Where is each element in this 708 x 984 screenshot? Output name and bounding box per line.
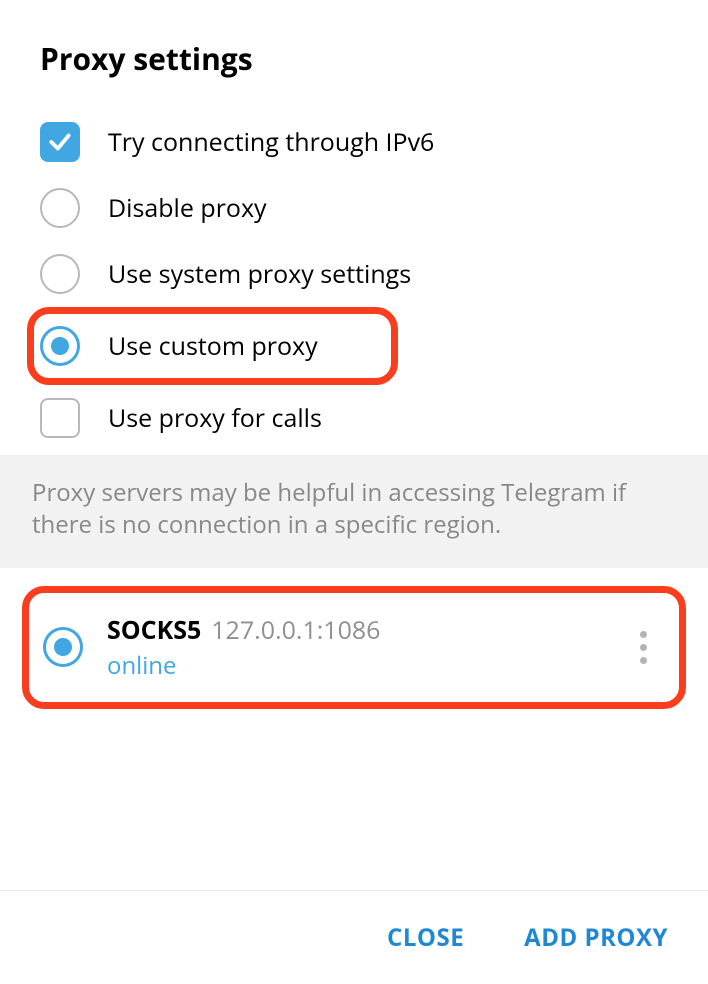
check-icon <box>47 129 73 155</box>
option-proxy-calls[interactable]: Use proxy for calls <box>40 385 668 451</box>
info-text: Proxy servers may be helpful in accessin… <box>32 477 676 542</box>
proxy-list: SOCKS5 127.0.0.1:1086 online <box>0 568 708 709</box>
add-proxy-button[interactable]: ADD PROXY <box>524 921 668 954</box>
footer: CLOSE ADD PROXY <box>0 890 708 984</box>
option-ipv6-label: Try connecting through IPv6 <box>108 125 434 159</box>
option-disable-proxy[interactable]: Disable proxy <box>40 175 668 241</box>
proxy-address: 127.0.0.1:1086 <box>211 613 380 647</box>
option-system-proxy-label: Use system proxy settings <box>108 257 411 291</box>
radio-dot-icon <box>51 337 69 355</box>
info-band: Proxy servers may be helpful in accessin… <box>0 455 708 568</box>
proxy-entry-line1: SOCKS5 127.0.0.1:1086 <box>107 613 610 647</box>
option-system-proxy[interactable]: Use system proxy settings <box>40 241 668 307</box>
radio-custom-proxy[interactable] <box>40 326 80 366</box>
close-button[interactable]: CLOSE <box>387 921 464 954</box>
radio-dot-icon <box>54 638 72 656</box>
proxy-status: online <box>107 649 610 682</box>
more-options-icon[interactable] <box>634 625 653 670</box>
checkbox-proxy-calls[interactable] <box>40 398 80 438</box>
options-section: Try connecting through IPv6 Disable prox… <box>0 99 708 451</box>
option-ipv6[interactable]: Try connecting through IPv6 <box>40 109 668 175</box>
radio-system-proxy[interactable] <box>40 254 80 294</box>
option-disable-proxy-label: Disable proxy <box>108 191 267 225</box>
highlight-custom-proxy: Use custom proxy <box>27 307 398 385</box>
proxy-protocol: SOCKS5 <box>107 613 201 647</box>
proxy-entry-text: SOCKS5 127.0.0.1:1086 online <box>107 613 610 682</box>
radio-proxy-entry[interactable] <box>43 627 83 667</box>
option-proxy-calls-label: Use proxy for calls <box>108 401 322 435</box>
checkbox-ipv6[interactable] <box>40 122 80 162</box>
proxy-entry[interactable]: SOCKS5 127.0.0.1:1086 online <box>22 586 686 709</box>
option-custom-proxy-label: Use custom proxy <box>108 329 318 363</box>
page-title: Proxy settings <box>0 0 708 99</box>
radio-disable-proxy[interactable] <box>40 188 80 228</box>
